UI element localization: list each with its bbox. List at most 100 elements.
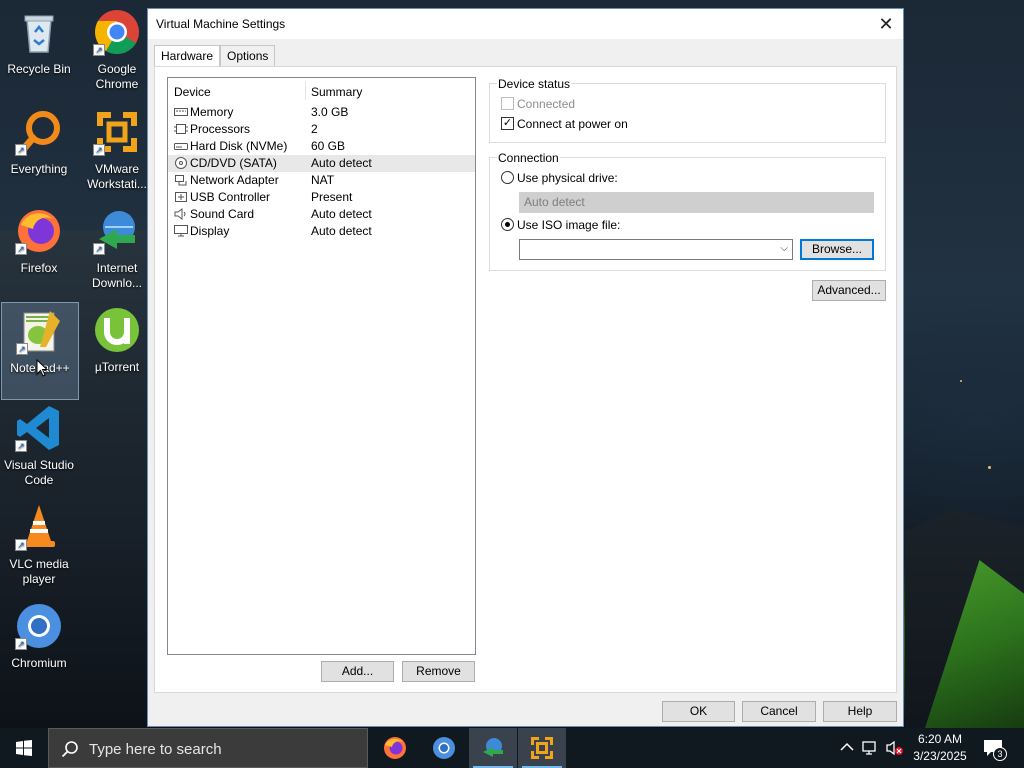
use-iso-image-radio[interactable] xyxy=(501,218,514,231)
desktop-icon-label: µTorrent xyxy=(94,360,140,374)
tab-options[interactable]: Options xyxy=(220,45,276,67)
dialog-title: Virtual Machine Settings xyxy=(156,17,286,31)
device-row-network-adapter[interactable]: Network Adapter NAT xyxy=(168,172,475,189)
connect-at-power-on-checkbox[interactable]: ✓ xyxy=(501,117,514,130)
network-tray-button[interactable] xyxy=(860,728,882,768)
desktop-icon-firefox[interactable]: ↗ Firefox xyxy=(0,203,78,301)
device-name: Sound Card xyxy=(190,207,255,221)
column-separator[interactable] xyxy=(305,82,306,100)
browse-button[interactable]: Browse... xyxy=(800,239,874,260)
chevron-down-icon[interactable]: ⌵ xyxy=(780,243,788,254)
connection-title: Connection xyxy=(497,151,560,165)
add-device-button[interactable]: Add... xyxy=(321,661,394,682)
advanced-button[interactable]: Advanced... xyxy=(812,280,886,301)
device-name: Processors xyxy=(190,122,251,136)
volume-tray-button[interactable] xyxy=(884,728,906,768)
chevron-up-icon xyxy=(840,742,854,751)
column-header-summary[interactable]: Summary xyxy=(311,85,362,99)
windows-logo-icon xyxy=(16,740,32,756)
device-row-cd-dvd[interactable]: CD/DVD (SATA) Auto detect xyxy=(168,155,475,172)
show-hidden-icons-button[interactable] xyxy=(838,728,856,768)
chromium-icon xyxy=(433,737,455,759)
everything-icon: ↗ xyxy=(15,108,63,156)
physical-drive-select[interactable]: Auto detect xyxy=(519,192,874,213)
desktop-icon-google-chrome[interactable]: ↗ Google Chrome xyxy=(78,4,156,102)
usb-icon xyxy=(175,192,187,202)
start-button[interactable] xyxy=(0,728,48,768)
taskbar-search-box[interactable]: Type here to search xyxy=(48,728,368,768)
desktop-icon-vmware[interactable]: ↗ VMware Workstati... xyxy=(78,104,156,202)
device-list[interactable]: Device Summary Memory 3.0 GB Processors … xyxy=(167,77,476,655)
device-name: Hard Disk (NVMe) xyxy=(190,139,288,153)
connect-at-power-on-label: Connect at power on xyxy=(517,117,628,131)
desktop-icon-label: VLC media player xyxy=(9,557,69,586)
desktop-icon-utorrent[interactable]: µTorrent xyxy=(78,302,156,400)
device-summary: 3.0 GB xyxy=(311,105,349,119)
desktop-icon-internet-download-manager[interactable]: ↗ Internet Downlo... xyxy=(78,203,156,301)
desktop-icon-label: Everything xyxy=(10,162,68,176)
speaker-icon xyxy=(174,208,186,220)
column-header-device[interactable]: Device xyxy=(174,85,211,99)
search-icon xyxy=(61,741,78,758)
clock-date: 3/23/2025 xyxy=(913,749,967,763)
taskbar-app-internet-download-manager[interactable] xyxy=(469,728,517,768)
shortcut-arrow-icon: ↗ xyxy=(16,343,28,355)
device-list-header: Device Summary xyxy=(168,78,475,104)
vscode-icon: ↗ xyxy=(15,404,63,452)
device-status-group xyxy=(489,83,886,143)
desktop-icon-label: Recycle Bin xyxy=(7,62,71,76)
mouse-cursor-icon xyxy=(36,359,48,377)
desktop-icon-recycle-bin[interactable]: Recycle Bin xyxy=(0,4,78,102)
monitor-icon xyxy=(174,225,188,237)
device-row-sound-card[interactable]: Sound Card Auto detect xyxy=(168,206,475,223)
taskbar-app-chromium[interactable] xyxy=(420,728,468,768)
device-name: CD/DVD (SATA) xyxy=(190,156,277,170)
tab-hardware[interactable]: Hardware xyxy=(154,45,221,68)
device-row-usb-controller[interactable]: USB Controller Present xyxy=(168,189,475,206)
internet-download-manager-icon xyxy=(483,738,503,757)
vlc-icon: ↗ xyxy=(15,503,63,551)
cancel-button[interactable]: Cancel xyxy=(742,701,816,722)
desktop-icon-label: Visual Studio Code xyxy=(4,458,74,487)
device-status-title: Device status xyxy=(497,77,572,91)
device-summary: NAT xyxy=(311,173,335,187)
desktop-icon-notepad-plus-plus[interactable]: ↗ Notepad++ xyxy=(1,302,79,400)
shortcut-arrow-icon: ↗ xyxy=(15,440,27,452)
close-icon[interactable]: ✕ xyxy=(875,13,897,35)
shortcut-arrow-icon: ↗ xyxy=(15,539,27,551)
connected-checkbox[interactable] xyxy=(501,97,514,110)
device-row-processors[interactable]: Processors 2 xyxy=(168,121,475,138)
shortcut-arrow-icon: ↗ xyxy=(93,243,105,255)
shortcut-arrow-icon: ↗ xyxy=(93,44,105,56)
desktop-icon-vlc[interactable]: ↗ VLC media player xyxy=(0,499,78,597)
desktop-icon-everything[interactable]: ↗ Everything xyxy=(0,104,78,202)
taskbar-app-vmware[interactable] xyxy=(518,728,566,768)
taskbar-app-firefox[interactable] xyxy=(371,728,419,768)
device-summary: Present xyxy=(311,190,353,204)
dialog-titlebar[interactable]: Virtual Machine Settings ✕ xyxy=(148,9,903,39)
desktop-icon-vscode[interactable]: ↗ Visual Studio Code xyxy=(0,400,78,498)
device-row-hard-disk[interactable]: Hard Disk (NVMe) 60 GB xyxy=(168,138,475,155)
use-iso-image-label: Use ISO image file: xyxy=(517,218,621,232)
volume-muted-icon xyxy=(886,740,903,756)
desktop-icon-label: VMware Workstati... xyxy=(87,162,147,191)
device-summary: Auto detect xyxy=(311,224,372,238)
taskbar-clock[interactable]: 6:20 AM 3/23/2025 xyxy=(904,731,976,765)
memory-icon xyxy=(174,108,188,116)
desktop-icon-chromium[interactable]: ↗ Chromium xyxy=(0,598,78,696)
physical-drive-value: Auto detect xyxy=(524,195,585,209)
use-physical-drive-label: Use physical drive: xyxy=(517,171,618,185)
ok-button[interactable]: OK xyxy=(662,701,735,722)
iso-path-combobox[interactable]: ⌵ xyxy=(519,239,793,260)
device-name: Memory xyxy=(190,105,234,119)
desktop-icon-label: Internet Downlo... xyxy=(91,261,143,290)
action-center-button[interactable]: 3 xyxy=(980,728,1010,768)
cd-dvd-icon xyxy=(175,157,187,169)
device-row-display[interactable]: Display Auto detect xyxy=(168,223,475,240)
device-name: Network Adapter xyxy=(190,173,279,187)
device-row-memory[interactable]: Memory 3.0 GB xyxy=(168,104,475,121)
use-physical-drive-radio[interactable] xyxy=(501,171,514,184)
remove-device-button[interactable]: Remove xyxy=(402,661,475,682)
help-button[interactable]: Help xyxy=(823,701,897,722)
internet-download-manager-icon: ↗ xyxy=(93,207,141,255)
